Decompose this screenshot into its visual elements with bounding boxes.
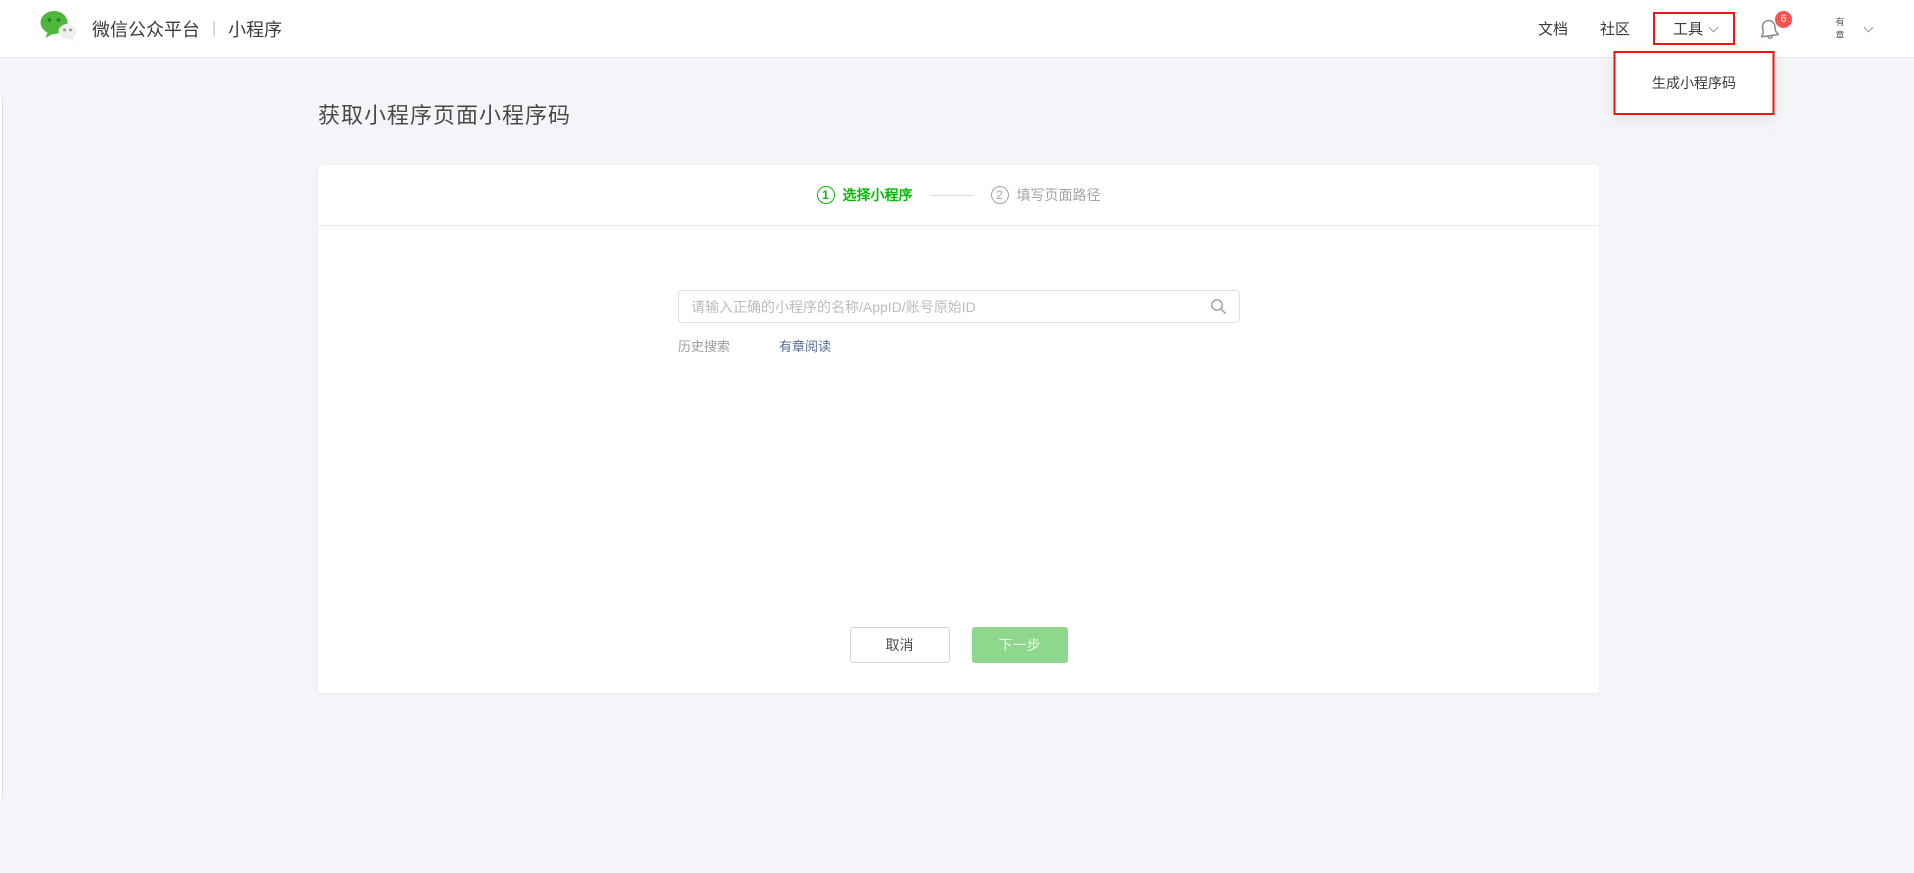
search-icon[interactable] (1210, 298, 1227, 320)
notification-bell-button[interactable]: 6 (1757, 10, 1792, 42)
tools-dropdown-menu: 生成小程序码 (1613, 51, 1775, 115)
step-2-number: 2 (990, 186, 1009, 204)
miniprogram-search-input[interactable] (678, 290, 1240, 323)
step-2-label: 填写页面路径 (1016, 187, 1101, 203)
nav-item-community[interactable]: 社区 (1600, 18, 1630, 39)
avatar: 有 章 (1827, 16, 1853, 42)
nav-item-docs[interactable]: 文档 (1538, 18, 1568, 39)
stepper-connector-line (930, 194, 973, 196)
step-2-fill-page-path: 2 填写页面路径 (990, 185, 1101, 205)
nav-item-tools[interactable]: 工具 生成小程序码 (1613, 12, 1775, 115)
brand-product-name: 小程序 (228, 19, 283, 40)
notification-count-badge: 6 (1775, 10, 1792, 28)
step-1-number: 1 (816, 186, 835, 204)
avatar-alt-text-line1: 有 (1835, 17, 1845, 28)
next-step-button[interactable]: 下一步 (971, 627, 1068, 663)
account-menu[interactable]: 有 章 (1827, 16, 1874, 42)
wechat-logo-icon (40, 10, 78, 48)
left-scrollbar[interactable] (0, 98, 3, 798)
history-item-link[interactable]: 有章阅读 (779, 336, 831, 355)
wizard-actions: 取消 下一步 (318, 627, 1599, 663)
chevron-down-icon (1863, 22, 1874, 32)
cancel-button[interactable]: 取消 (849, 627, 950, 663)
avatar-alt-text-line2: 章 (1835, 29, 1845, 40)
top-header: 微信公众平台 | 小程序 文档 社区 工具 生成小程序码 6 有 章 (0, 0, 1914, 115)
history-search-row: 历史搜索 有章阅读 (678, 336, 831, 355)
bell-icon (1757, 19, 1781, 46)
miniprogram-search-box (678, 290, 1240, 323)
history-search-label: 历史搜索 (678, 339, 731, 354)
step-1-select-miniprogram: 1 选择小程序 (816, 185, 913, 205)
brand-home-link[interactable]: 微信公众平台 | 小程序 (40, 10, 282, 48)
minicode-wizard-card: 1 选择小程序 2 填写页面路径 历史搜索 有章阅读 取消 下一步 (318, 165, 1599, 693)
brand-separator: | (212, 19, 217, 37)
stepper: 1 选择小程序 2 填写页面路径 (318, 165, 1599, 226)
step-1-label: 选择小程序 (842, 187, 913, 203)
header-nav: 文档 社区 工具 生成小程序码 6 有 章 (1506, 10, 1874, 115)
chevron-down-icon (1708, 22, 1719, 32)
menu-item-generate-minicode[interactable]: 生成小程序码 (1652, 73, 1736, 93)
nav-item-tools-label: 工具 (1672, 21, 1703, 38)
page-title: 获取小程序页面小程序码 (318, 103, 572, 128)
brand-platform-name: 微信公众平台 (92, 19, 200, 40)
